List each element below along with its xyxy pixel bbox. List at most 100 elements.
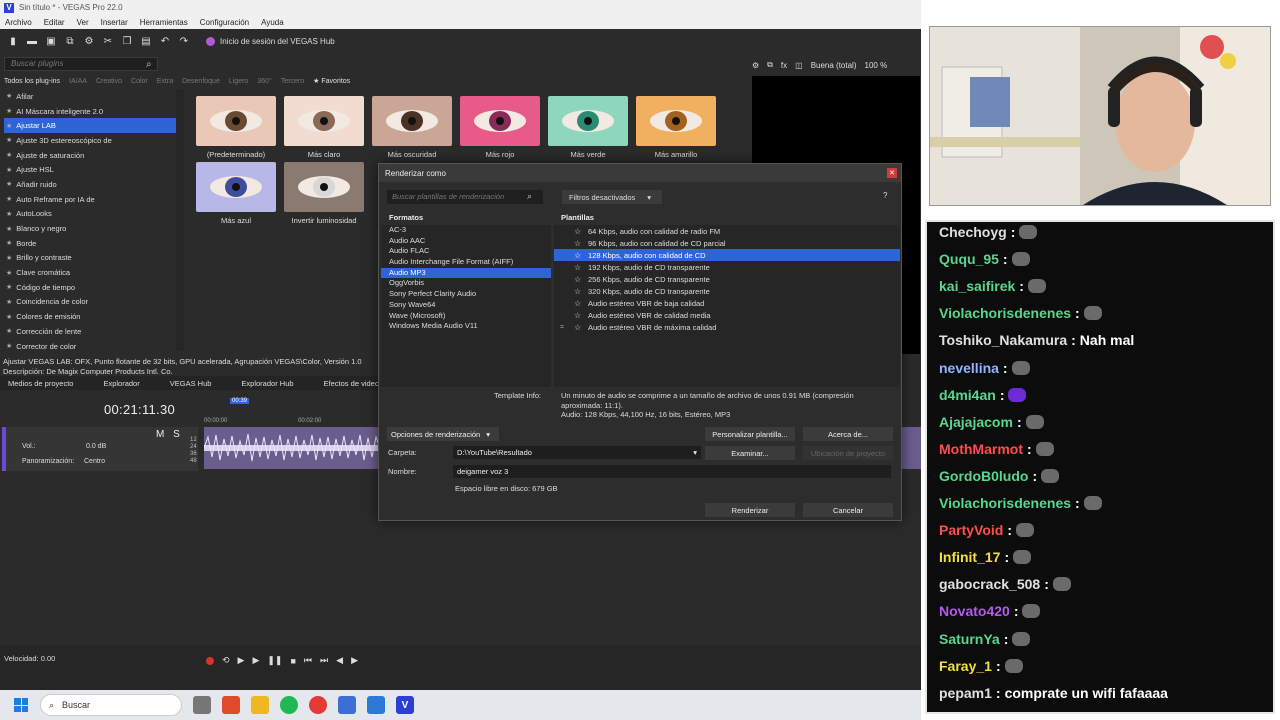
copy-frame-icon[interactable]: ⧉ bbox=[767, 60, 773, 70]
browse-button[interactable]: Examinar... bbox=[705, 446, 795, 460]
star-outline-icon[interactable]: ☆ bbox=[574, 251, 583, 260]
chat-username[interactable]: gabocrack_508 bbox=[939, 576, 1040, 592]
plugin-item[interactable]: ★ AutoLooks bbox=[4, 207, 176, 222]
plugin-item[interactable]: ★ Auto Reframe por IA de bbox=[4, 192, 176, 207]
volume-value[interactable]: 0.0 dB bbox=[86, 443, 106, 450]
plugin-item[interactable]: ★ AI Máscara inteligente 2.0 bbox=[4, 104, 176, 119]
chat-username[interactable]: Faray_1 bbox=[939, 658, 992, 674]
cut-icon[interactable]: ✂ bbox=[103, 36, 113, 47]
render-icon[interactable]: ⧉ bbox=[65, 36, 75, 47]
template-item[interactable]: ☆ 192 Kbps, audio de CD transparente bbox=[554, 261, 900, 273]
chat-username[interactable]: SaturnYa bbox=[939, 631, 1000, 647]
search-icon[interactable]: ⌕ bbox=[527, 191, 532, 202]
preset-thumbnail[interactable]: (Predeterminado) bbox=[196, 96, 276, 159]
audio-waveform[interactable] bbox=[204, 427, 380, 469]
plugin-search-input[interactable]: Buscar plugins bbox=[4, 57, 158, 71]
chat-username[interactable]: MothMarmot bbox=[939, 441, 1023, 457]
file-explorer-icon[interactable] bbox=[251, 696, 269, 714]
star-outline-icon[interactable]: ☆ bbox=[574, 275, 583, 284]
chat-username[interactable]: Ajajajacom bbox=[939, 414, 1013, 430]
stop-icon[interactable]: ■ bbox=[290, 656, 295, 666]
menu-archivo[interactable]: Archivo bbox=[5, 18, 32, 27]
tab-ia[interactable]: IA/AA bbox=[69, 78, 87, 85]
format-item[interactable]: Audio MP3 bbox=[381, 267, 551, 279]
vegas-hub-login[interactable]: Inicio de sesión del VEGAS Hub bbox=[206, 36, 335, 46]
chat-username[interactable]: pepam1 bbox=[939, 685, 992, 701]
tab-extra[interactable]: Extra bbox=[157, 78, 173, 85]
help-button[interactable]: ? bbox=[883, 191, 887, 200]
open-folder-icon[interactable]: ▬ bbox=[27, 36, 37, 47]
format-item[interactable]: Audio FLAC bbox=[381, 246, 551, 257]
go-end-icon[interactable]: ⏭ bbox=[320, 655, 328, 666]
about-button[interactable]: Acerca de... bbox=[803, 427, 893, 441]
star-icon[interactable]: ★ bbox=[6, 92, 12, 100]
chat-username[interactable]: Ququ_95 bbox=[939, 251, 999, 267]
pan-value[interactable]: Centro bbox=[84, 458, 105, 465]
chat-username[interactable]: Toshiko_Nakamura bbox=[939, 332, 1067, 348]
loop-icon[interactable]: ⟲ bbox=[222, 655, 230, 666]
render-button[interactable]: Renderizar bbox=[705, 503, 795, 517]
template-item[interactable]: ☆ 128 Kbps, audio con calidad de CD bbox=[554, 249, 900, 261]
template-item[interactable]: ☆ Audio estéreo VBR de calidad media bbox=[554, 309, 900, 321]
tab-favoritos[interactable]: ★ Favoritos bbox=[313, 77, 350, 85]
tab-vegas-hub[interactable]: VEGAS Hub bbox=[170, 379, 212, 388]
format-item[interactable]: Windows Media Audio V11 bbox=[381, 321, 551, 332]
search-icon[interactable]: ⌕ bbox=[146, 59, 152, 70]
preset-thumbnail[interactable]: Más azul bbox=[196, 162, 276, 225]
split-icon[interactable]: ◫ bbox=[795, 61, 803, 70]
chat-username[interactable]: Chechoyg bbox=[939, 224, 1007, 240]
vegas-taskbar-icon[interactable]: V bbox=[396, 696, 414, 714]
project-location-button[interactable]: Ubicación de proyecto bbox=[803, 446, 893, 460]
preset-thumbnail[interactable]: Más claro bbox=[284, 96, 364, 159]
chat-username[interactable]: kai_saifirek bbox=[939, 278, 1015, 294]
preset-thumbnail[interactable]: Invertir luminosidad bbox=[284, 162, 364, 225]
format-item[interactable]: Sony Perfect Clarity Audio bbox=[381, 289, 551, 300]
chat-username[interactable]: Infinit_17 bbox=[939, 549, 1000, 565]
tab-ligero[interactable]: Ligero bbox=[229, 78, 248, 85]
plugin-item[interactable]: ★ Añadir ruido bbox=[4, 177, 176, 192]
plugin-item[interactable]: ★ Ajuste de saturación bbox=[4, 148, 176, 163]
star-icon[interactable]: ★ bbox=[6, 298, 12, 306]
tab-efectos-video[interactable]: Efectos de video bbox=[324, 379, 379, 388]
prev-frame-icon[interactable]: ◀ bbox=[336, 655, 343, 666]
tab-explorador[interactable]: Explorador bbox=[103, 379, 139, 388]
tab-all-plugins[interactable]: Todos los plug-ins bbox=[4, 78, 60, 85]
timeline-ruler[interactable]: 00:00:00 00:02:00 00:39 bbox=[204, 398, 384, 426]
cancel-button[interactable]: Cancelar bbox=[803, 503, 893, 517]
menu-herramientas[interactable]: Herramientas bbox=[140, 18, 188, 27]
chat-username[interactable]: Novato420 bbox=[939, 603, 1010, 619]
chat-username[interactable]: PartyVoid bbox=[939, 522, 1003, 538]
menu-ver[interactable]: Ver bbox=[77, 18, 89, 27]
audio-app-icon[interactable] bbox=[338, 696, 356, 714]
app-icon[interactable] bbox=[367, 696, 385, 714]
star-icon[interactable]: ★ bbox=[6, 166, 12, 174]
windows-start-icon[interactable] bbox=[14, 698, 28, 712]
taskbar-search[interactable]: ⌕ Buscar bbox=[40, 694, 182, 716]
file-name-input[interactable]: deigamer voz 3 bbox=[453, 465, 891, 478]
properties-icon[interactable]: ⚙ bbox=[84, 36, 94, 47]
star-icon[interactable]: ★ bbox=[6, 195, 12, 203]
star-outline-icon[interactable]: ☆ bbox=[574, 263, 583, 272]
template-item[interactable]: ☆ 320 Kbps, audio de CD transparente bbox=[554, 285, 900, 297]
template-item[interactable]: ☆ Audio estéreo VBR de baja calidad bbox=[554, 297, 900, 309]
star-icon[interactable]: ★ bbox=[6, 225, 12, 233]
star-icon[interactable]: ★ bbox=[6, 136, 12, 144]
star-icon[interactable]: ★ bbox=[6, 269, 12, 277]
tab-color[interactable]: Color bbox=[131, 78, 148, 85]
format-item[interactable]: AC-3 bbox=[381, 225, 551, 236]
close-icon[interactable]: ✕ bbox=[887, 168, 897, 178]
preset-thumbnail[interactable]: Más rojo bbox=[460, 96, 540, 159]
preset-thumbnail[interactable]: Más oscuridad bbox=[372, 96, 452, 159]
plugin-item[interactable]: ★ Ajuste 3D estereoscópico de bbox=[4, 133, 176, 148]
play-from-start-icon[interactable]: ▶ bbox=[238, 655, 245, 666]
folder-input[interactable]: D:\YouTube\Resultado ▾ bbox=[453, 446, 701, 459]
new-file-icon[interactable]: ▮ bbox=[8, 36, 18, 47]
plugin-item[interactable]: ★ Coincidencia de color bbox=[4, 295, 176, 310]
tab-medios-proyecto[interactable]: Medios de proyecto bbox=[8, 379, 73, 388]
star-icon[interactable]: ★ bbox=[6, 239, 12, 247]
plugin-item[interactable]: ★ Ajustar LAB bbox=[4, 118, 176, 134]
plugin-item[interactable]: ★ Clave cromática bbox=[4, 265, 176, 280]
next-frame-icon[interactable]: ▶ bbox=[351, 655, 358, 666]
plugin-item[interactable]: ★ Colores de emisión bbox=[4, 309, 176, 324]
star-icon[interactable]: ★ bbox=[6, 210, 12, 218]
